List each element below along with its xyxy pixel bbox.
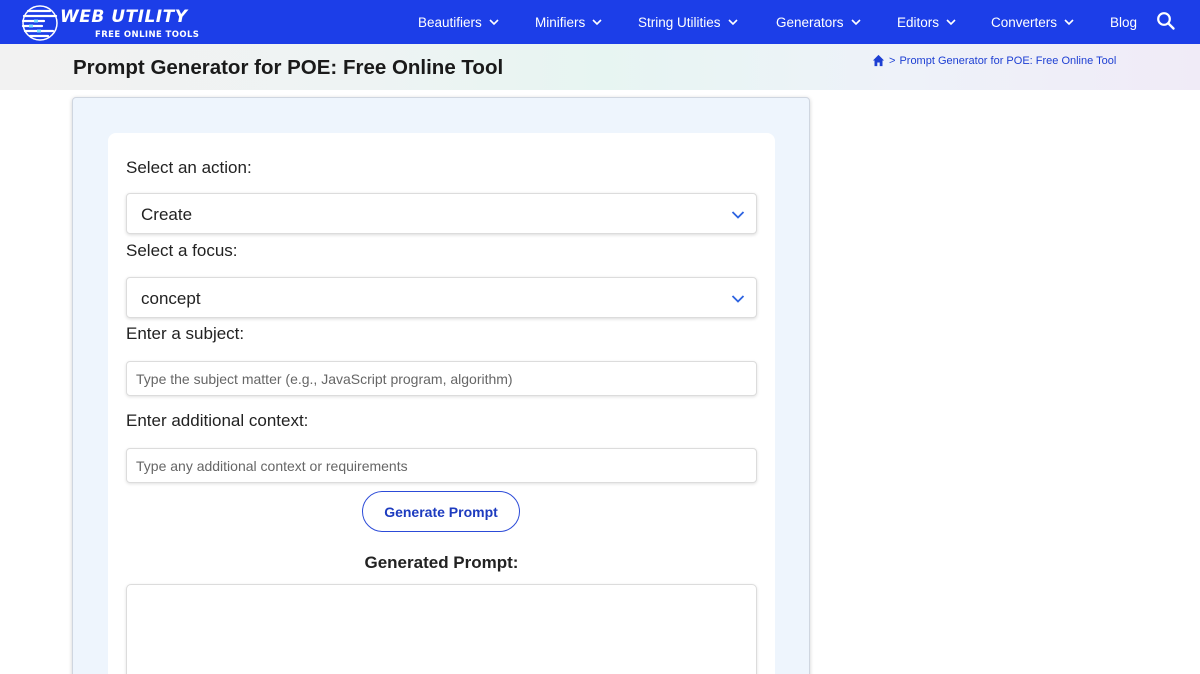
site-logo[interactable]: WEB UTILITY FREE ONLINE TOOLS bbox=[20, 2, 200, 42]
nav-label: Blog bbox=[1110, 14, 1138, 30]
subject-input[interactable] bbox=[126, 361, 757, 396]
brand-tagline: FREE ONLINE TOOLS bbox=[95, 30, 200, 40]
nav-label: String Utilities bbox=[638, 14, 721, 30]
breadcrumb-current[interactable]: Prompt Generator for POE: Free Online To… bbox=[899, 55, 1116, 67]
nav-generators[interactable]: Generators bbox=[776, 13, 861, 31]
nav-blog[interactable]: Blog bbox=[1110, 13, 1137, 31]
chevron-down-icon bbox=[489, 19, 499, 26]
nav-editors[interactable]: Editors bbox=[897, 13, 956, 31]
globe-logo-icon bbox=[21, 5, 58, 41]
chevron-down-icon bbox=[850, 19, 861, 26]
nav-label: Converters bbox=[991, 14, 1058, 30]
action-select[interactable]: Create bbox=[126, 193, 757, 234]
nav-beautifiers[interactable]: Beautifiers bbox=[418, 13, 499, 31]
chevron-down-icon bbox=[731, 295, 745, 303]
brand-name: WEB UTILITY bbox=[60, 7, 188, 27]
nav-minifiers[interactable]: Minifiers bbox=[535, 13, 602, 31]
nav-converters[interactable]: Converters bbox=[991, 13, 1074, 31]
chevron-down-icon bbox=[946, 19, 956, 26]
breadcrumb: > Prompt Generator for POE: Free Online … bbox=[872, 54, 1116, 67]
subject-label: Enter a subject: bbox=[126, 324, 245, 343]
chevron-down-icon bbox=[731, 211, 745, 219]
breadcrumb-separator: > bbox=[889, 54, 896, 67]
context-label: Enter additional context: bbox=[126, 411, 309, 430]
nav-label: Editors bbox=[897, 14, 940, 30]
action-label: Select an action: bbox=[126, 158, 252, 177]
action-selected-value: Create bbox=[141, 205, 193, 224]
generated-prompt-output[interactable] bbox=[126, 584, 757, 674]
nav-label: Beautifiers bbox=[418, 14, 482, 30]
chevron-down-icon bbox=[727, 19, 738, 26]
generated-prompt-heading: Generated Prompt: bbox=[364, 553, 519, 572]
focus-selected-value: concept bbox=[141, 289, 201, 308]
nav-label: Minifiers bbox=[535, 14, 586, 30]
top-navbar: WEB UTILITY FREE ONLINE TOOLS Beautifier… bbox=[0, 0, 1200, 44]
nav-string-utilities[interactable]: String Utilities bbox=[638, 13, 738, 31]
generate-prompt-button[interactable]: Generate Prompt bbox=[362, 491, 520, 532]
context-input[interactable] bbox=[126, 448, 757, 483]
title-band: Prompt Generator for POE: Free Online To… bbox=[0, 44, 1200, 90]
home-icon[interactable] bbox=[872, 54, 885, 67]
focus-label: Select a focus: bbox=[126, 241, 238, 260]
nav-label: Generators bbox=[776, 14, 844, 30]
focus-select[interactable]: concept bbox=[126, 277, 757, 318]
chevron-down-icon bbox=[592, 19, 602, 26]
search-icon[interactable] bbox=[1156, 11, 1176, 31]
chevron-down-icon bbox=[1064, 19, 1074, 26]
page-title: Prompt Generator for POE: Free Online To… bbox=[73, 56, 504, 79]
